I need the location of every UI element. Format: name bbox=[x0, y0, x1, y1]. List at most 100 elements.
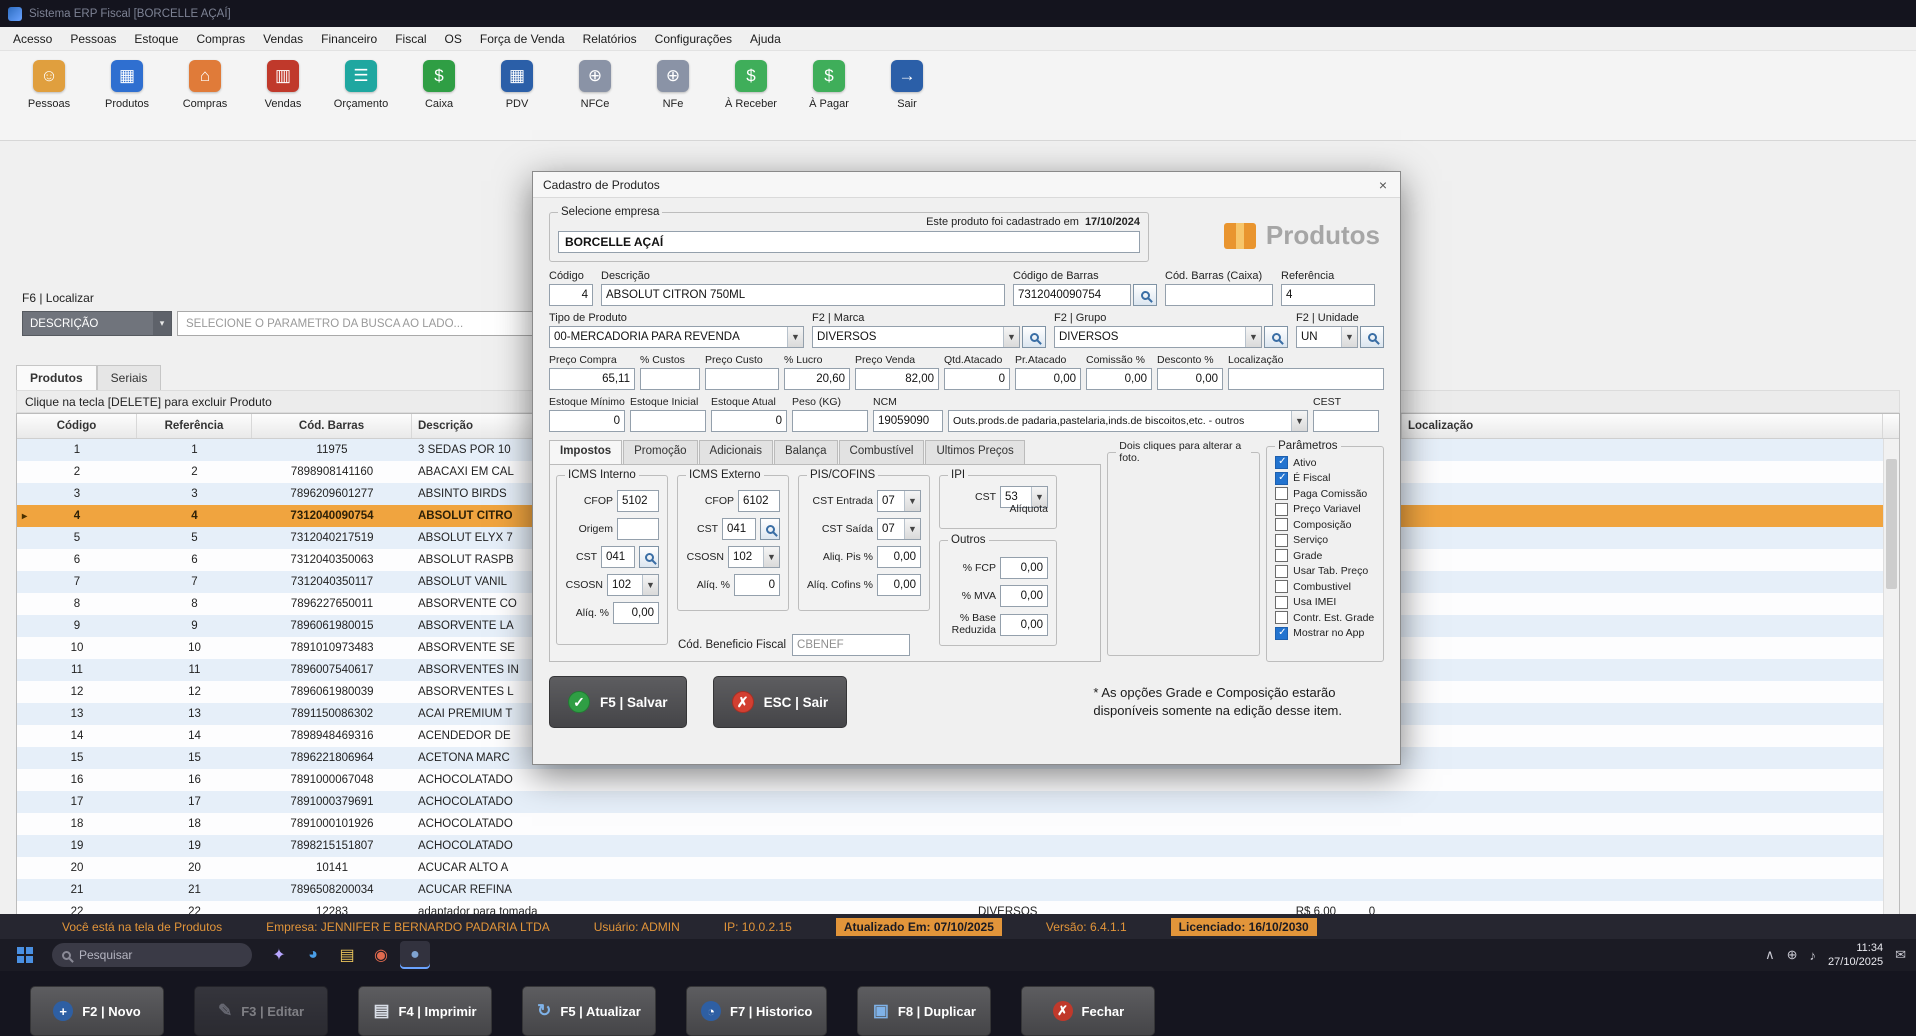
codigo-input[interactable] bbox=[549, 284, 593, 306]
pr-atacado-input[interactable] bbox=[1015, 368, 1081, 390]
tab-seriais[interactable]: Seriais bbox=[97, 365, 162, 390]
action-f5-atualizar[interactable]: ↻ F5 | Atualizar bbox=[522, 986, 656, 1036]
exit-button[interactable]: ✗ ESC | Sair bbox=[713, 676, 848, 728]
network-icon[interactable]: ⊕ bbox=[1787, 947, 1798, 963]
lucro-pct-input[interactable] bbox=[784, 368, 850, 390]
menu-vendas[interactable]: Vendas bbox=[254, 27, 312, 50]
icms-interno-origem-input[interactable] bbox=[617, 518, 659, 540]
peso-input[interactable] bbox=[792, 410, 868, 432]
ncm-input[interactable] bbox=[873, 410, 943, 432]
erp-app-icon[interactable]: ● bbox=[400, 941, 430, 969]
param-preco-variavel[interactable]: Preço Variavel bbox=[1275, 502, 1375, 518]
toolbar-caixa[interactable]: $ Caixa bbox=[402, 58, 476, 110]
hidden-icons-chevron-icon[interactable]: ∧ bbox=[1765, 947, 1775, 963]
preco-custo-input[interactable] bbox=[705, 368, 779, 390]
dialog-tab-impostos[interactable]: Impostos bbox=[549, 440, 622, 464]
desconto-input[interactable] bbox=[1157, 368, 1223, 390]
dialog-close-button[interactable]: × bbox=[1366, 172, 1400, 197]
table-row[interactable]: 21 217896508200034ACUCAR REFINA bbox=[17, 879, 1883, 901]
col-cod-barras[interactable]: Cód. Barras bbox=[252, 414, 412, 438]
notifications-icon[interactable]: ✉ bbox=[1895, 947, 1906, 963]
param-servico[interactable]: Serviço bbox=[1275, 533, 1375, 549]
table-row[interactable]: 20 2010141ACUCAR ALTO A bbox=[17, 857, 1883, 879]
preco-compra-input[interactable] bbox=[549, 368, 635, 390]
toolbar-vendas[interactable]: ▥ Vendas bbox=[246, 58, 320, 110]
action-f7-historico[interactable]: ◔ F7 | Historico bbox=[686, 986, 827, 1036]
icms-interno-cfop-input[interactable] bbox=[617, 490, 659, 512]
barcode-search-button[interactable] bbox=[1133, 284, 1157, 306]
toolbar-produtos[interactable]: ▦ Produtos bbox=[90, 58, 164, 110]
menu-relatorios[interactable]: Relatórios bbox=[574, 27, 646, 50]
save-button[interactable]: ✓ F5 | Salvar bbox=[549, 676, 687, 728]
empresa-select[interactable]: BORCELLE AÇAÍ bbox=[558, 231, 1140, 253]
unidade-search-button[interactable] bbox=[1360, 326, 1384, 348]
action-f4-imprimir[interactable]: ▤ F4 | Imprimir bbox=[358, 986, 492, 1036]
toolbar-pessoas[interactable]: ☺ Pessoas bbox=[12, 58, 86, 110]
dialog-tab-combustivel[interactable]: Combustível bbox=[839, 440, 925, 464]
mva-input[interactable] bbox=[1000, 585, 1048, 607]
start-button[interactable] bbox=[10, 941, 40, 969]
icms-externo-aliq-input[interactable] bbox=[734, 574, 780, 596]
param-contr-est-grade[interactable]: Contr. Est. Grade bbox=[1275, 610, 1375, 626]
action-f2-novo[interactable]: + F2 | Novo bbox=[30, 986, 164, 1036]
dialog-tab-adicionais[interactable]: Adicionais bbox=[699, 440, 773, 464]
col-codigo[interactable]: Código bbox=[17, 414, 137, 438]
table-row[interactable]: 18 187891000101926ACHOCOLATADO bbox=[17, 813, 1883, 835]
toolbar-a-receber[interactable]: $ À Receber bbox=[714, 58, 788, 110]
locator-field-select[interactable]: DESCRIÇÃO ▾ bbox=[22, 311, 172, 336]
menu-estoque[interactable]: Estoque bbox=[125, 27, 187, 50]
pis-cst-saida-select[interactable]: 07▼ bbox=[877, 518, 921, 540]
param-composicao[interactable]: Composição bbox=[1275, 517, 1375, 533]
preco-venda-input[interactable] bbox=[855, 368, 939, 390]
dialog-tab-promocao[interactable]: Promoção bbox=[623, 440, 697, 464]
codigo-barras-input[interactable] bbox=[1013, 284, 1131, 306]
custos-pct-input[interactable] bbox=[640, 368, 700, 390]
dialog-tab-balanca[interactable]: Balança bbox=[774, 440, 838, 464]
ncm-desc-select[interactable]: Outs.prods.de padaria,pastelaria,inds.de… bbox=[948, 410, 1308, 432]
toolbar-nfce[interactable]: ⊕ NFCe bbox=[558, 58, 632, 110]
tab-produtos[interactable]: Produtos bbox=[16, 365, 97, 390]
dialog-tab-ultimos-precos[interactable]: Ultimos Preços bbox=[925, 440, 1024, 464]
icms-externo-cst-search-button[interactable] bbox=[760, 518, 780, 540]
unidade-select[interactable]: UN ▼ bbox=[1296, 326, 1358, 348]
fcp-input[interactable] bbox=[1000, 557, 1048, 579]
chrome-icon[interactable]: ◉ bbox=[366, 941, 396, 969]
menu-compras[interactable]: Compras bbox=[187, 27, 254, 50]
icms-externo-csosn-select[interactable]: 102▼ bbox=[728, 546, 780, 568]
param-combustivel[interactable]: Combustivel bbox=[1275, 579, 1375, 595]
cest-input[interactable] bbox=[1313, 410, 1379, 432]
estoque-minimo-input[interactable] bbox=[549, 410, 625, 432]
menu-configuracoes[interactable]: Configurações bbox=[646, 27, 741, 50]
copilot-icon[interactable]: ✦ bbox=[264, 941, 294, 969]
edge-icon[interactable]: ◕ bbox=[298, 941, 328, 969]
menu-ajuda[interactable]: Ajuda bbox=[741, 27, 790, 50]
toolbar-orcamento[interactable]: ☰ Orçamento bbox=[324, 58, 398, 110]
icms-externo-cfop-input[interactable] bbox=[738, 490, 780, 512]
param-e-fiscal[interactable]: É Fiscal bbox=[1275, 471, 1375, 487]
toolbar-compras[interactable]: ⌂ Compras bbox=[168, 58, 242, 110]
param-ativo[interactable]: Ativo bbox=[1275, 455, 1375, 471]
beneficio-input[interactable] bbox=[792, 634, 910, 656]
param-usar-tab-preco[interactable]: Usar Tab. Preço bbox=[1275, 564, 1375, 580]
col-localizacao[interactable]: Localização bbox=[1402, 414, 1883, 438]
barras-caixa-input[interactable] bbox=[1165, 284, 1273, 306]
referencia-input[interactable] bbox=[1281, 284, 1375, 306]
taskbar-clock[interactable]: 11:34 27/10/2025 bbox=[1828, 941, 1883, 970]
localizacao-input[interactable] bbox=[1228, 368, 1384, 390]
comissao-input[interactable] bbox=[1086, 368, 1152, 390]
action-f8-duplicar[interactable]: ▣ F8 | Duplicar bbox=[857, 986, 991, 1036]
aliq-cofins-input[interactable] bbox=[877, 574, 921, 596]
qtd-atacado-input[interactable] bbox=[944, 368, 1010, 390]
table-scrollbar[interactable] bbox=[1883, 439, 1899, 930]
marca-select[interactable]: DIVERSOS ▼ bbox=[812, 326, 1020, 348]
aliq-pis-input[interactable] bbox=[877, 546, 921, 568]
estoque-inicial-input[interactable] bbox=[630, 410, 706, 432]
icms-interno-csosn-select[interactable]: 102▼ bbox=[607, 574, 659, 596]
menu-fiscal[interactable]: Fiscal bbox=[386, 27, 435, 50]
menu-financeiro[interactable]: Financeiro bbox=[312, 27, 386, 50]
menu-forca-de-venda[interactable]: Força de Venda bbox=[471, 27, 574, 50]
photo-group[interactable]: Dois cliques para alterar a foto. bbox=[1107, 440, 1260, 656]
table-row[interactable]: 17 177891000379691ACHOCOLATADO bbox=[17, 791, 1883, 813]
icms-interno-cst-input[interactable] bbox=[601, 546, 635, 568]
param-mostrar-no-app[interactable]: Mostrar no App bbox=[1275, 626, 1375, 642]
